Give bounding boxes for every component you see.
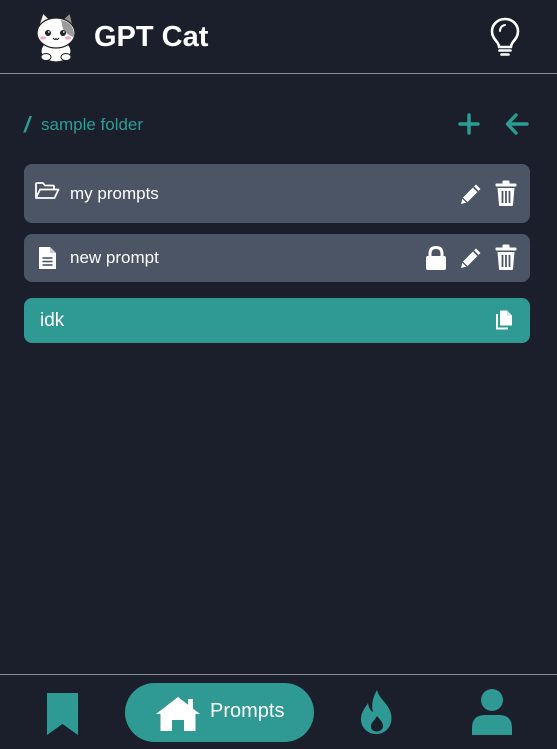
list-item-snippet[interactable]: idk (24, 298, 530, 343)
list-item-folder[interactable]: my prompts (24, 164, 530, 223)
copy-icon[interactable] (495, 310, 513, 330)
pencil-icon[interactable] (458, 181, 484, 207)
fire-icon[interactable] (358, 689, 395, 735)
folder-open-icon (35, 182, 60, 199)
lock-icon[interactable] (425, 246, 447, 271)
breadcrumb-current-folder[interactable]: sample folder (41, 115, 143, 135)
lightbulb-icon[interactable] (489, 17, 521, 57)
app-header: GPT Cat (0, 0, 557, 74)
prompt-label: new prompt (70, 248, 159, 267)
snippet-label: idk (40, 310, 65, 331)
app-root: GPT Cat / sample folder my prompts new p… (0, 0, 557, 749)
arrow-left-icon[interactable] (505, 113, 529, 135)
user-icon[interactable] (471, 688, 513, 736)
bookmark-icon[interactable] (45, 691, 80, 736)
home-icon (156, 697, 200, 731)
plus-icon[interactable] (458, 113, 480, 135)
trash-icon[interactable] (494, 244, 518, 271)
trash-icon[interactable] (494, 180, 518, 207)
nav-prompts-label: Prompts (210, 700, 285, 722)
cat-logo-icon[interactable] (31, 11, 81, 63)
pencil-icon[interactable] (458, 245, 484, 271)
folder-label: my prompts (70, 184, 159, 203)
app-title: GPT Cat (94, 21, 209, 53)
file-lines-icon (39, 247, 56, 269)
bottom-nav: Prompts (0, 674, 557, 749)
breadcrumb-separator: / (24, 112, 31, 137)
list-item-prompt[interactable]: new prompt (24, 234, 530, 282)
nav-prompts-button[interactable]: Prompts (125, 683, 314, 742)
